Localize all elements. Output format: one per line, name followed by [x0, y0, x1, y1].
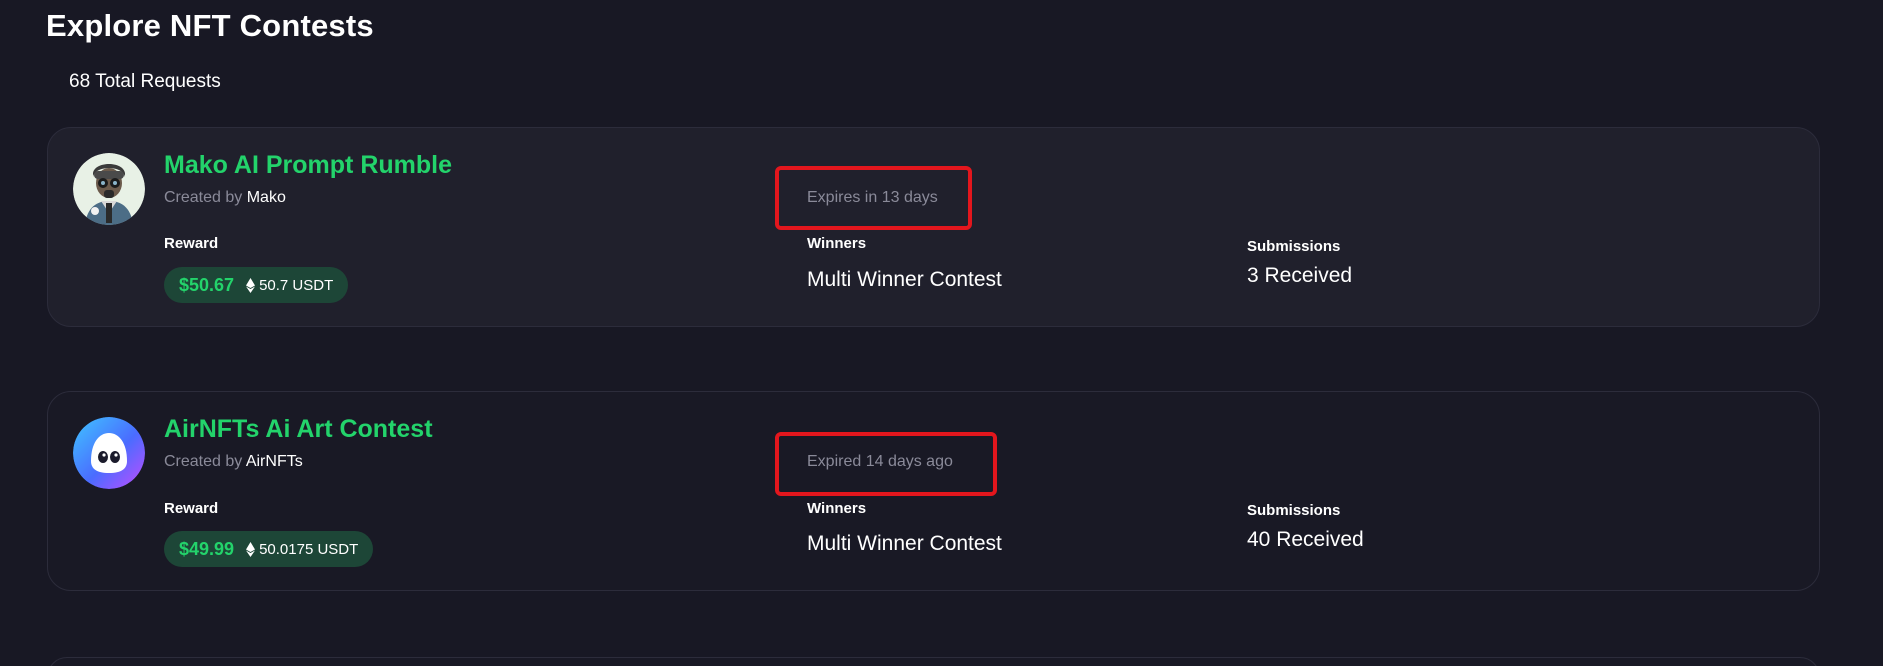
creator-avatar[interactable]: [73, 153, 145, 225]
contests-page: Explore NFT Contests 68 Total Requests M…: [0, 0, 1883, 666]
ethereum-icon: [246, 541, 256, 557]
winners-label: Winners: [807, 235, 867, 252]
contest-card[interactable]: [47, 657, 1820, 666]
contest-title[interactable]: Mako AI Prompt Rumble: [164, 151, 452, 180]
winners-value: Multi Winner Contest: [807, 268, 1002, 291]
winners-value: Multi Winner Contest: [807, 532, 1002, 555]
reward-badge: $49.99 50.0175 USDT: [164, 531, 374, 567]
created-by-prefix: Created by: [164, 189, 243, 206]
reward-label: Reward: [164, 500, 219, 517]
winners-label: Winners: [807, 500, 867, 517]
created-by: Created by Mako: [164, 189, 286, 207]
reward-token: 50.7 USDT: [259, 276, 334, 294]
contest-title[interactable]: AirNFTs Ai Art Contest: [164, 415, 433, 444]
contest-card[interactable]: Mako AI Prompt Rumble Created by Mako Ex…: [47, 127, 1820, 327]
total-requests-count: 68 Total Requests: [69, 71, 221, 92]
reward-usd: $50.67: [179, 274, 235, 295]
created-by: Created by AirNFTs: [164, 453, 303, 471]
submissions-value: 40 Received: [1247, 528, 1364, 551]
reward-badge: $50.67 50.7 USDT: [164, 267, 349, 303]
airnfts-ghost-logo-icon: [73, 417, 145, 489]
submissions-label: Submissions: [1247, 502, 1341, 519]
creator-name[interactable]: Mako: [247, 189, 286, 206]
annotation-highlight: [775, 166, 972, 230]
submissions-value: 3 Received: [1247, 264, 1353, 287]
masked-character-avatar-icon: [73, 153, 145, 225]
reward-label: Reward: [164, 235, 219, 252]
contest-card[interactable]: AirNFTs Ai Art Contest Created by AirNFT…: [47, 391, 1820, 591]
created-by-prefix: Created by: [164, 453, 243, 470]
reward-usd: $49.99: [179, 538, 235, 559]
annotation-highlight: [775, 432, 997, 496]
submissions-label: Submissions: [1247, 238, 1341, 255]
creator-avatar[interactable]: [73, 417, 145, 489]
reward-token: 50.0175 USDT: [259, 540, 359, 558]
page-title: Explore NFT Contests: [46, 8, 374, 43]
creator-name[interactable]: AirNFTs: [246, 453, 303, 470]
ethereum-icon: [246, 277, 256, 293]
